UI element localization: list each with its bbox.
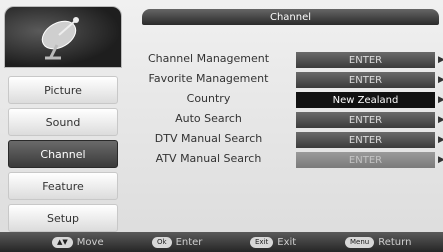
arrow-keys-icon: ▲▼ xyxy=(52,236,73,248)
menu-row-channel-management[interactable]: Channel Management ENTER ▶ xyxy=(126,51,443,69)
hint-label: Enter xyxy=(175,236,203,248)
sidebar-item-sound[interactable]: Sound xyxy=(8,108,118,136)
channel-logo xyxy=(4,6,122,68)
menu-key-icon: Menu xyxy=(345,236,375,248)
hint-label: Return xyxy=(378,236,412,248)
channel-menu: Channel Management ENTER ▶ Favorite Mana… xyxy=(126,28,443,232)
right-arrow-icon: ▶ xyxy=(438,55,443,65)
right-arrow-icon: ▶ xyxy=(438,135,443,145)
hint-exit: Exit Exit xyxy=(250,235,296,249)
hint-label: Move xyxy=(76,236,104,248)
menu-row-label: ATV Manual Search xyxy=(155,152,262,165)
menu-row-dtv-manual-search[interactable]: DTV Manual Search ENTER ▶ xyxy=(126,131,443,149)
footer-hints: ▲▼ Move Ok Enter Exit Exit Menu Return xyxy=(0,232,443,252)
right-arrow-icon: ▶ xyxy=(438,75,443,85)
menu-row-country[interactable]: Country New Zealand ▶ xyxy=(126,91,443,109)
page-title: Channel xyxy=(142,9,439,25)
enter-button[interactable]: ENTER xyxy=(296,152,435,168)
menu-row-atv-manual-search[interactable]: ATV Manual Search ENTER ▶ xyxy=(126,151,443,169)
menu-row-label: Channel Management xyxy=(147,52,270,65)
menu-row-label: Auto Search xyxy=(175,112,242,125)
right-arrow-icon: ▶ xyxy=(438,155,443,165)
sidebar-item-channel[interactable]: Channel xyxy=(8,140,118,168)
satellite-dish-icon xyxy=(41,17,79,60)
menu-row-label: DTV Manual Search xyxy=(154,132,263,145)
hint-return: Menu Return xyxy=(345,235,411,249)
right-arrow-icon: ▶ xyxy=(438,95,443,105)
left-navigation: Picture Sound Channel Feature Setup xyxy=(4,6,122,232)
right-arrow-icon: ▶ xyxy=(438,115,443,125)
sidebar-item-picture[interactable]: Picture xyxy=(8,76,118,104)
menu-row-label: Country xyxy=(186,92,231,105)
country-select[interactable]: New Zealand xyxy=(296,92,435,108)
hint-move: ▲▼ Move xyxy=(52,235,104,249)
enter-button[interactable]: ENTER xyxy=(296,112,435,128)
tv-menu-screen: Picture Sound Channel Feature Setup Chan… xyxy=(0,0,443,252)
menu-row-label: Favorite Management xyxy=(148,72,269,85)
menu-row-favorite-management[interactable]: Favorite Management ENTER ▶ xyxy=(126,71,443,89)
enter-button[interactable]: ENTER xyxy=(296,132,435,148)
menu-row-auto-search[interactable]: Auto Search ENTER ▶ xyxy=(126,111,443,129)
sidebar-item-setup[interactable]: Setup xyxy=(8,204,118,232)
enter-button[interactable]: ENTER xyxy=(296,72,435,88)
enter-button[interactable]: ENTER xyxy=(296,52,435,68)
exit-key-icon: Exit xyxy=(250,236,274,248)
sidebar-item-feature[interactable]: Feature xyxy=(8,172,118,200)
ok-key-icon: Ok xyxy=(152,236,172,248)
hint-enter: Ok Enter xyxy=(152,235,202,249)
hint-label: Exit xyxy=(277,236,297,248)
